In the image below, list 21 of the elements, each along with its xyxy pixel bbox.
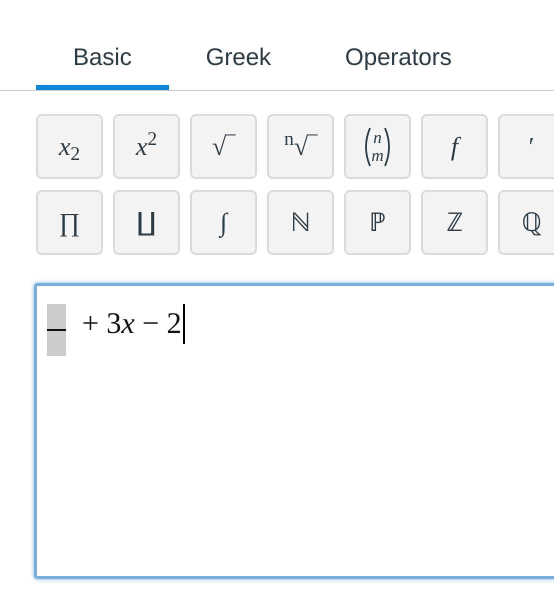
symbol-button[interactable]: ∐ bbox=[113, 190, 180, 255]
symbol-button[interactable]: x$_{2}$ bbox=[36, 114, 103, 179]
tab[interactable]: Operators bbox=[308, 30, 489, 90]
symbol-button[interactable]: $^{n}$√‾ bbox=[267, 114, 334, 179]
symbol-button[interactable]: √‾ bbox=[190, 114, 257, 179]
binomial-button[interactable]: n m bbox=[344, 114, 411, 179]
symbol-button[interactable]: ∏ bbox=[36, 190, 103, 255]
symbol-button[interactable]: x$^{2}$ bbox=[113, 114, 180, 179]
symbol-button[interactable]: ℚ bbox=[498, 190, 554, 255]
symbol-button[interactable]: ℕ bbox=[267, 190, 334, 255]
tab[interactable]: Greek bbox=[168, 30, 308, 90]
tab[interactable]: Basic bbox=[36, 30, 169, 90]
symbol-button[interactable]: ∫ bbox=[190, 190, 257, 255]
symbol-button[interactable]: ′ bbox=[498, 114, 554, 179]
math-editor-field[interactable]: + 3x − 2 bbox=[34, 283, 554, 579]
right-parenthesis-icon bbox=[384, 126, 393, 166]
symbol-button[interactable]: f bbox=[421, 114, 488, 179]
symbol-button[interactable]: ℙ bbox=[344, 190, 411, 255]
symbol-button[interactable]: ℤ bbox=[421, 190, 488, 255]
math-expression: + 3x − 2 bbox=[82, 304, 185, 344]
left-parenthesis-icon bbox=[362, 126, 372, 166]
